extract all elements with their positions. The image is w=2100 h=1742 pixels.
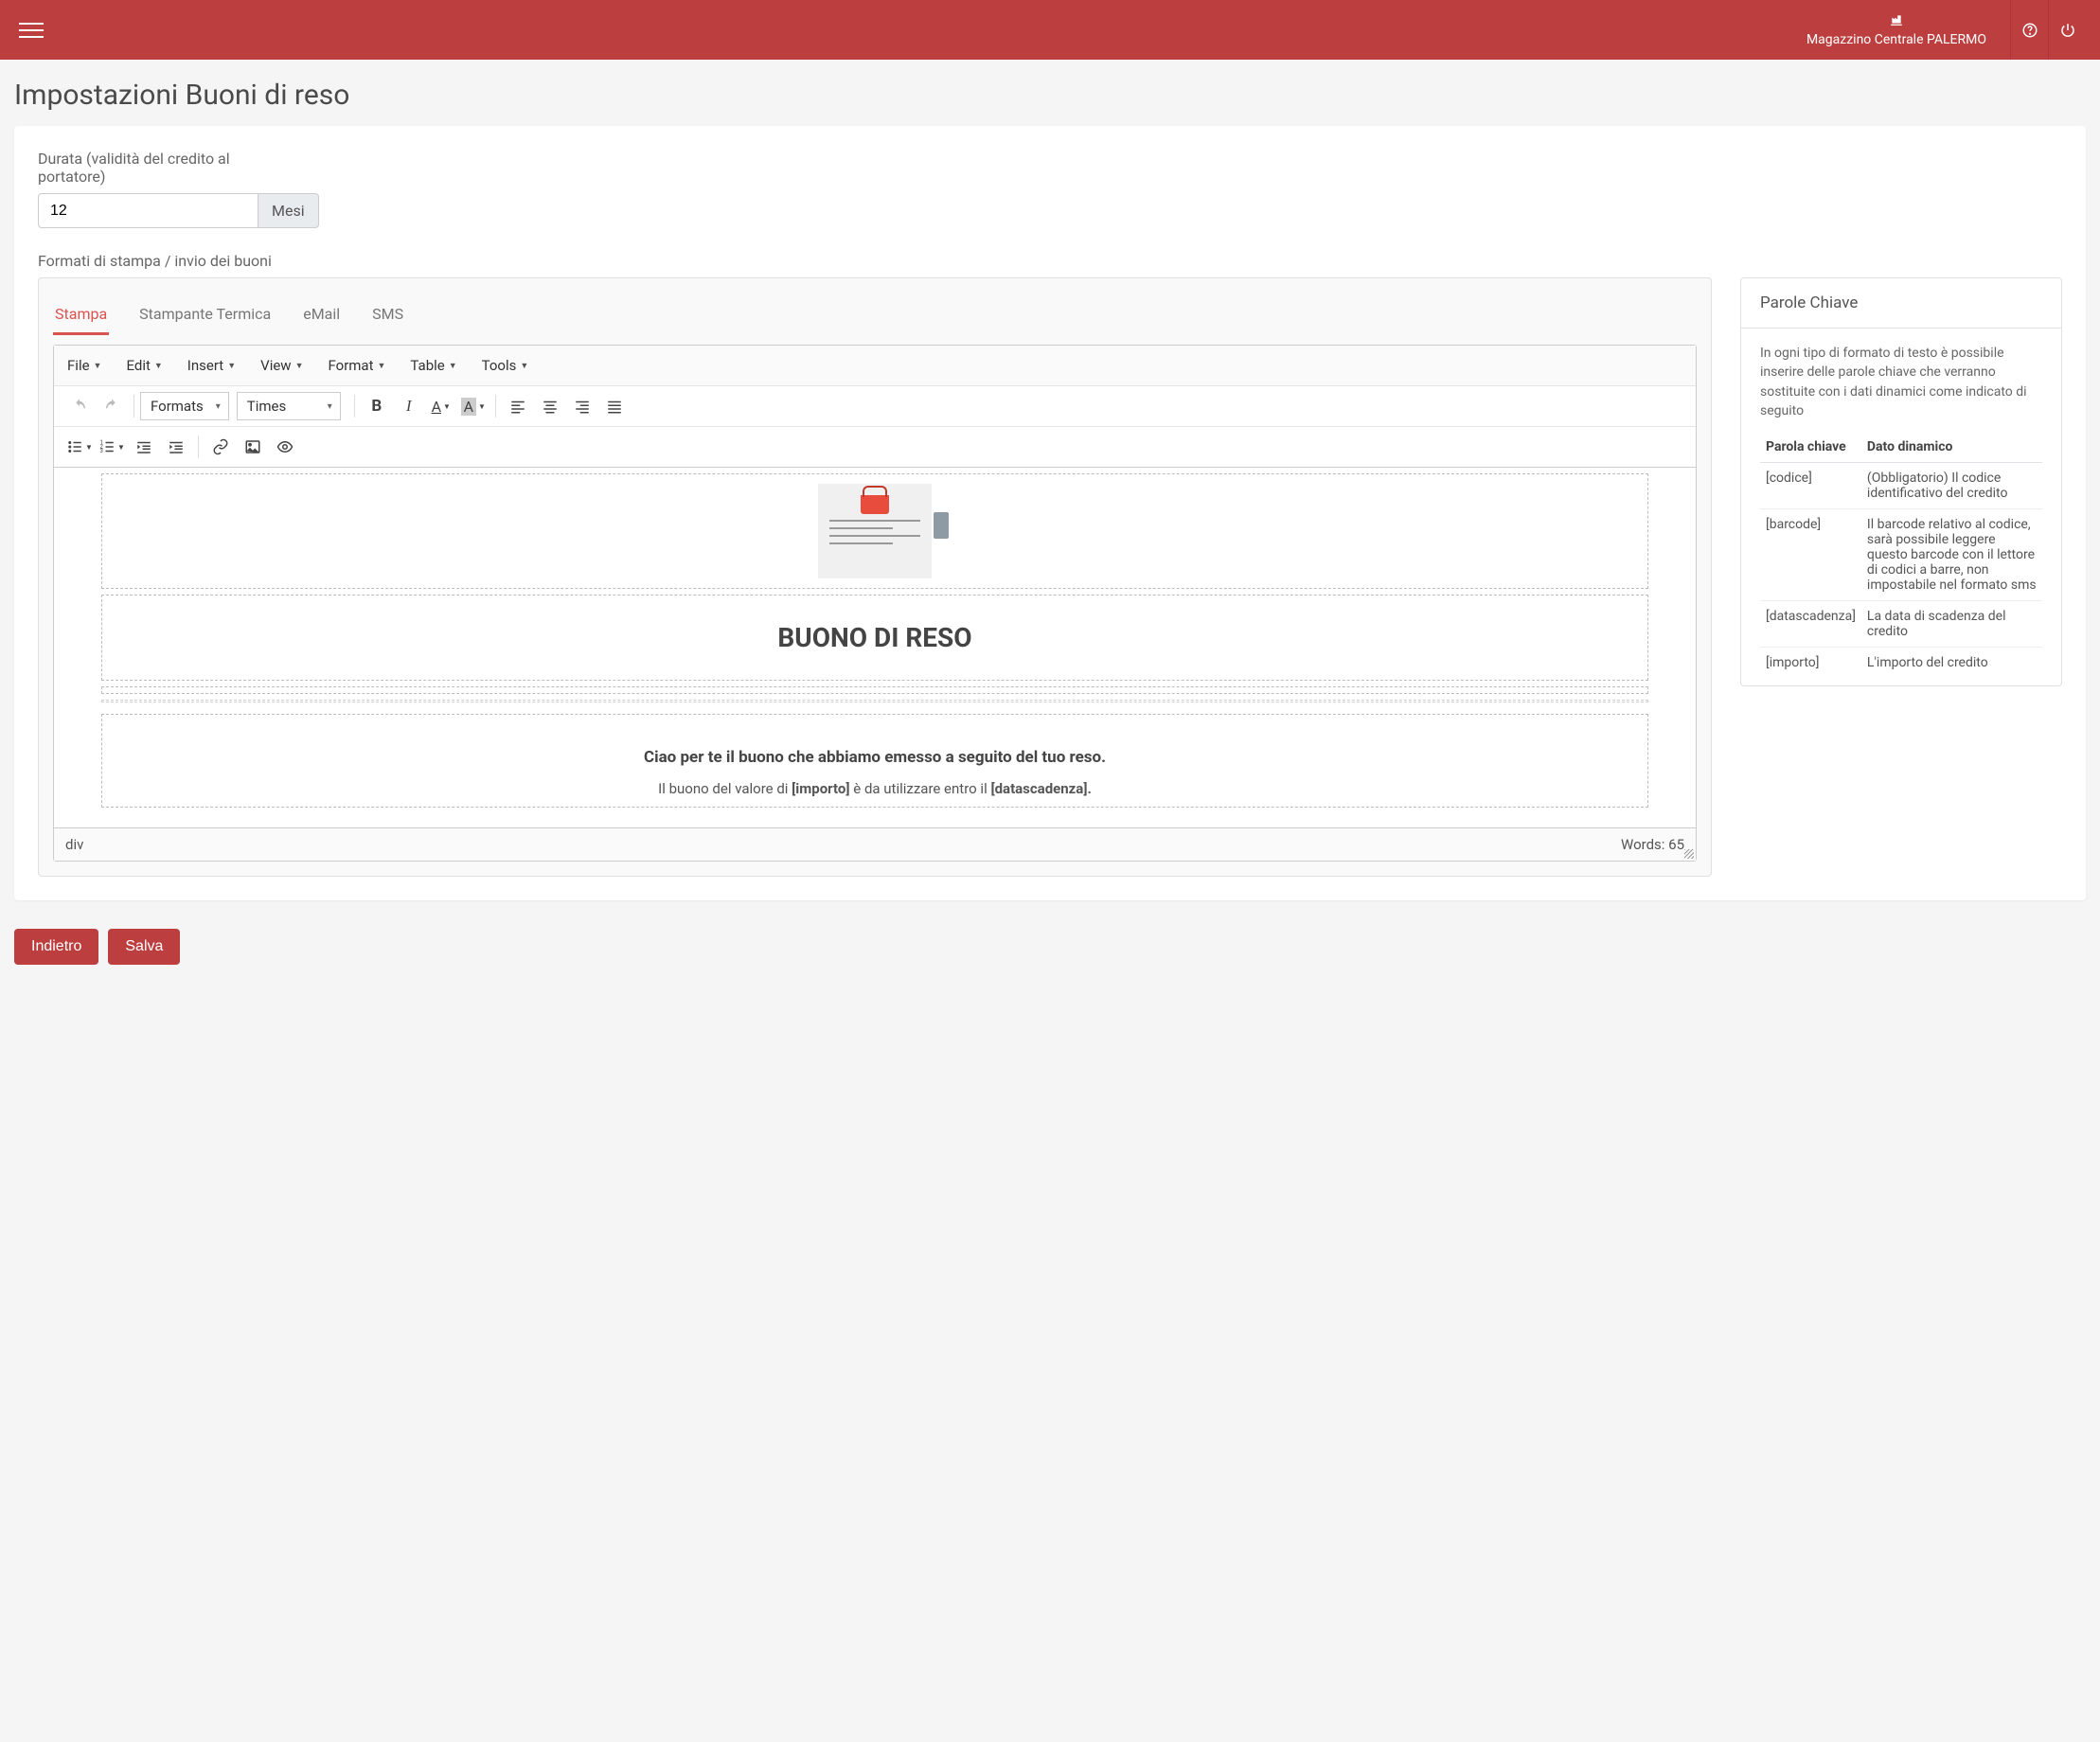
text-color-button[interactable]: A▼ bbox=[425, 392, 457, 420]
power-button[interactable] bbox=[2048, 0, 2086, 60]
numbered-list-button[interactable]: 123▼ bbox=[96, 433, 128, 461]
preview-button[interactable] bbox=[269, 433, 301, 461]
resize-handle[interactable] bbox=[1684, 849, 1694, 859]
table-row: [importo] L'importo del credito bbox=[1760, 648, 2042, 679]
format-tabs: Stampa Stampante Termica eMail SMS bbox=[53, 288, 1697, 335]
menu-view[interactable]: View▼ bbox=[257, 351, 307, 380]
formats-select[interactable]: Formats bbox=[140, 392, 229, 420]
tab-email[interactable]: eMail bbox=[301, 295, 342, 335]
editor-word-count: Words: 65 bbox=[1621, 836, 1684, 853]
save-button[interactable]: Salva bbox=[108, 929, 180, 965]
formats-panel: Stampa Stampante Termica eMail SMS File▼… bbox=[38, 277, 1712, 877]
keywords-description: In ogni tipo di formato di testo è possi… bbox=[1760, 344, 2042, 420]
voucher-message-1: Ciao per te il buono che abbiamo emesso … bbox=[102, 715, 1647, 780]
menu-toggle[interactable] bbox=[14, 18, 48, 43]
page-title: Impostazioni Buoni di reso bbox=[0, 60, 2100, 126]
align-right-button[interactable] bbox=[566, 392, 598, 420]
menu-edit[interactable]: Edit▼ bbox=[122, 351, 166, 380]
redo-button[interactable] bbox=[96, 392, 128, 420]
app-header: Magazzino Centrale PALERMO bbox=[0, 0, 2100, 60]
tab-stampa[interactable]: Stampa bbox=[53, 295, 109, 335]
align-center-button[interactable] bbox=[534, 392, 566, 420]
undo-button[interactable] bbox=[63, 392, 96, 420]
table-row: [barcode] Il barcode relativo al codice,… bbox=[1760, 509, 2042, 601]
editor-path[interactable]: div bbox=[65, 836, 83, 853]
italic-button[interactable]: I bbox=[393, 392, 425, 420]
menu-insert[interactable]: Insert▼ bbox=[184, 351, 240, 380]
receipt-illustration bbox=[818, 484, 932, 578]
keywords-col-keyword: Parola chiave bbox=[1760, 432, 1861, 463]
factory-icon bbox=[1806, 13, 1986, 30]
image-button[interactable] bbox=[237, 433, 269, 461]
svg-text:3: 3 bbox=[100, 448, 103, 454]
back-button[interactable]: Indietro bbox=[14, 929, 98, 965]
menu-tools[interactable]: Tools▼ bbox=[478, 351, 533, 380]
settings-card: Durata (validità del credito al portator… bbox=[14, 126, 2086, 900]
menu-format[interactable]: Format▼ bbox=[325, 351, 390, 380]
duration-label: Durata (validità del credito al portator… bbox=[38, 150, 246, 186]
menu-table[interactable]: Table▼ bbox=[406, 351, 460, 380]
warehouse-label: Magazzino Centrale PALERMO bbox=[1806, 32, 1986, 47]
tab-stampante-termica[interactable]: Stampante Termica bbox=[137, 295, 273, 335]
table-row: [codice] (Obbligatorio) Il codice identi… bbox=[1760, 463, 2042, 509]
duration-unit: Mesi bbox=[258, 193, 319, 228]
align-left-button[interactable] bbox=[502, 392, 534, 420]
bg-color-button[interactable]: A▼ bbox=[457, 392, 489, 420]
duration-input[interactable] bbox=[38, 193, 258, 228]
link-button[interactable] bbox=[205, 433, 237, 461]
bullet-list-button[interactable]: ▼ bbox=[63, 433, 96, 461]
rich-text-editor: File▼ Edit▼ Insert▼ View▼ Format▼ Table▼… bbox=[53, 345, 1697, 862]
help-button[interactable] bbox=[2010, 0, 2048, 60]
formats-label: Formati di stampa / invio dei buoni bbox=[38, 252, 2062, 270]
bold-button[interactable]: B bbox=[361, 392, 393, 420]
editor-content-area[interactable]: BUONO DI RESO Ciao per te il buono che a… bbox=[54, 468, 1696, 827]
menu-file[interactable]: File▼ bbox=[63, 351, 105, 380]
keywords-title: Parole Chiave bbox=[1741, 278, 2061, 329]
table-row: [datascadenza] La data di scadenza del c… bbox=[1760, 601, 2042, 648]
font-family-select[interactable]: Times bbox=[237, 392, 341, 420]
voucher-heading: BUONO DI RESO bbox=[110, 603, 1640, 672]
align-justify-button[interactable] bbox=[598, 392, 631, 420]
keywords-card: Parole Chiave In ogni tipo di formato di… bbox=[1740, 277, 2062, 686]
indent-button[interactable] bbox=[160, 433, 192, 461]
keywords-table: Parola chiave Dato dinamico [codice] (Ob… bbox=[1760, 432, 2042, 678]
warehouse-info: Magazzino Centrale PALERMO bbox=[1806, 13, 1986, 47]
keywords-col-data: Dato dinamico bbox=[1861, 432, 2042, 463]
outdent-button[interactable] bbox=[128, 433, 160, 461]
tab-sms[interactable]: SMS bbox=[370, 295, 405, 335]
voucher-message-2: Il buono del valore di [importo] è da ut… bbox=[102, 780, 1647, 807]
